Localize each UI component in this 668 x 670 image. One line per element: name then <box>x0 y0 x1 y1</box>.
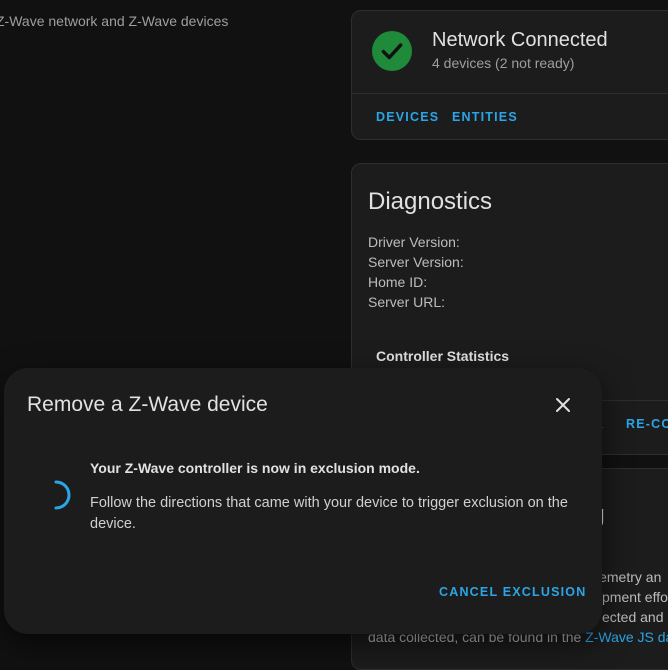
statistics-text-line: ected and <box>602 609 664 625</box>
driver-version-label: Driver Version: <box>368 234 460 250</box>
network-card-actions: DEVICES ENTITIES <box>352 93 668 139</box>
diagnostics-title: Diagnostics <box>368 188 493 215</box>
dialog-title: Remove a Z-Wave device <box>27 393 268 416</box>
cancel-exclusion-button[interactable]: CANCEL EXCLUSION <box>439 585 586 599</box>
network-status-subtitle: 4 devices (2 not ready) <box>432 55 575 71</box>
page-subtitle: Z-Wave network and Z-Wave devices <box>0 13 229 29</box>
home-id-label: Home ID: <box>368 274 428 290</box>
server-url-label: Server URL: <box>368 294 446 310</box>
exclusion-instructions: Follow the directions that came with you… <box>90 495 568 532</box>
statistics-text-line: lemetry an <box>596 569 662 585</box>
reconfigure-button[interactable]: RE-CO <box>626 417 668 431</box>
close-icon[interactable] <box>548 390 578 420</box>
spinner-icon <box>44 478 72 512</box>
devices-button[interactable]: DEVICES <box>376 110 439 124</box>
remove-device-dialog: Remove a Z-Wave device Your Z-Wave contr… <box>4 368 602 634</box>
network-card: Network Connected 4 devices (2 not ready… <box>351 10 668 140</box>
controller-statistics-heading: Controller Statistics <box>376 348 510 364</box>
zwave-js-link[interactable]: Z-Wave JS da <box>585 629 668 645</box>
statistics-text-line: pment effo <box>602 589 668 605</box>
entities-button[interactable]: ENTITIES <box>452 110 518 124</box>
check-icon <box>372 31 412 71</box>
exclusion-mode-heading: Your Z-Wave controller is now in exclusi… <box>90 460 420 476</box>
network-status-title: Network Connected <box>432 29 608 51</box>
server-version-label: Server Version: <box>368 254 464 270</box>
